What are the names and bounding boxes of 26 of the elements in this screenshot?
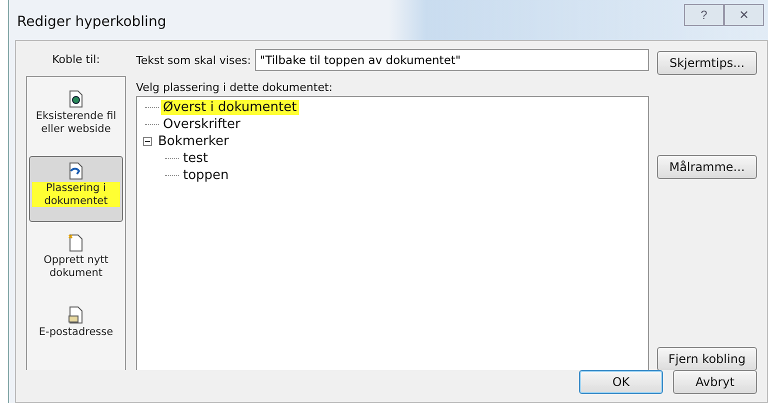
tree-item[interactable]: Overskrifter <box>161 117 242 132</box>
link-type-button[interactable]: Eksisterende fil eller webside <box>29 84 123 150</box>
mail-document-icon <box>68 306 84 324</box>
window-title: Rediger hyperkobling <box>17 14 166 30</box>
display-text-label: Tekst som skal vises: <box>136 54 251 66</box>
document-icon <box>68 90 84 108</box>
screen-tip-button[interactable]: Skjermtips... <box>657 51 757 75</box>
link-type-button[interactable]: Plassering i dokumentet <box>29 156 123 222</box>
document-icon <box>68 162 84 180</box>
display-text-field[interactable]: "Tilbake til toppen av dokumentet" <box>254 49 649 71</box>
remove-link-button[interactable]: Fjern kobling <box>657 347 757 371</box>
collapse-icon[interactable] <box>143 137 152 146</box>
tree-item[interactable]: toppen <box>181 168 231 183</box>
tree-item[interactable]: Bokmerker <box>156 134 231 149</box>
location-label: Velg plassering i dette dokumentet: <box>136 81 334 94</box>
link-type-button[interactable]: Opprett nytt dokument <box>29 228 123 294</box>
link-to-label: Koble til: <box>52 53 100 66</box>
tree-item[interactable]: test <box>181 151 210 166</box>
cancel-button[interactable]: Avbryt <box>673 370 757 394</box>
help-button[interactable]: ? <box>684 4 724 26</box>
ok-button[interactable]: OK <box>579 370 663 394</box>
link-type-button[interactable]: E-postadresse <box>29 300 123 366</box>
new-document-icon <box>68 234 84 252</box>
tree-item[interactable]: Øverst i dokumentet <box>161 100 299 115</box>
close-button[interactable]: ✕ <box>724 4 764 26</box>
target-frame-button[interactable]: Målramme... <box>657 155 757 179</box>
